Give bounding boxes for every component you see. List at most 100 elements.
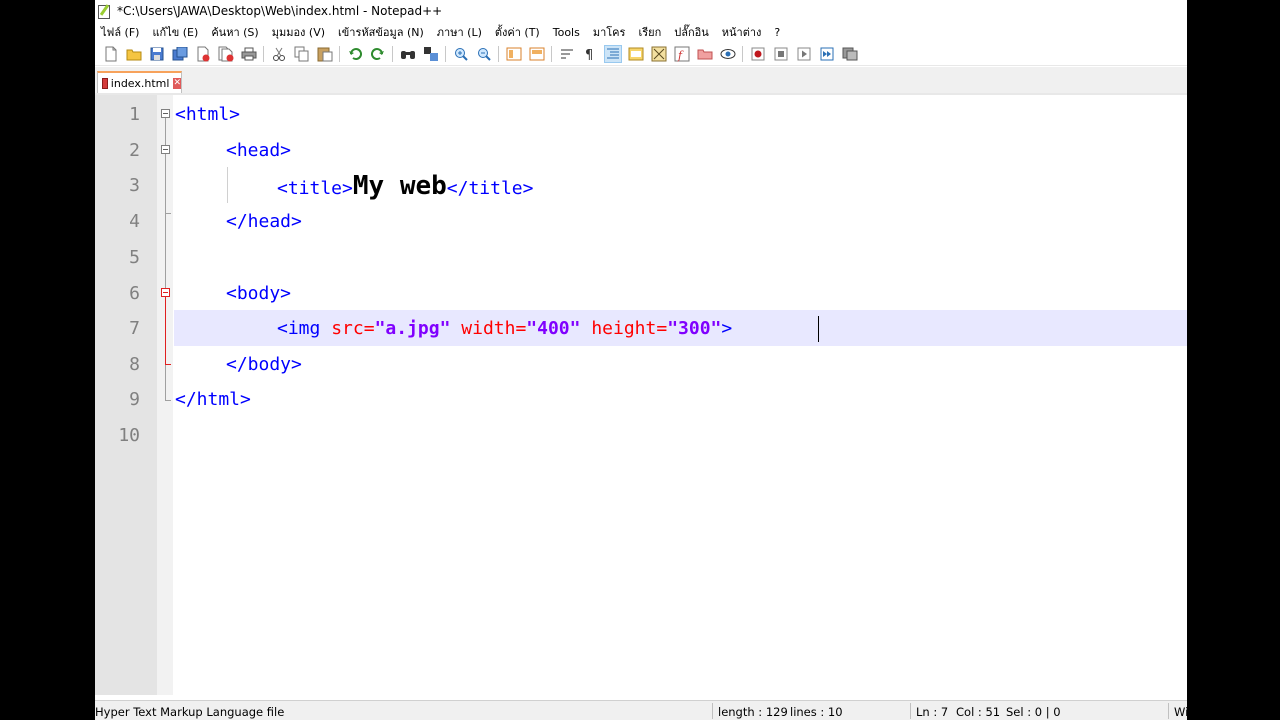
menu-tools[interactable]: Tools — [547, 26, 587, 39]
print-icon[interactable] — [241, 46, 257, 62]
tab-index-html[interactable]: index.html ✕ — [97, 71, 182, 93]
menu-run[interactable]: เรียก — [632, 23, 668, 41]
line-number: 3 — [129, 175, 140, 196]
toolbar-separator — [551, 45, 552, 62]
run-macro-multiple-icon[interactable] — [819, 46, 835, 62]
menu-macro[interactable]: มาโคร — [587, 23, 633, 41]
title-close-tag: </title> — [446, 178, 534, 199]
body-close-tag: </body> — [226, 354, 302, 375]
notepad-window: *C:\Users\JAWA\Desktop\Web\index.html - … — [95, 0, 1187, 720]
save-all-icon[interactable] — [172, 46, 188, 62]
zoom-in-icon[interactable] — [453, 46, 469, 62]
menu-language[interactable]: ภาษา (L) — [431, 23, 489, 41]
head-close-tag: </head> — [226, 211, 302, 232]
status-sel: Sel : 0 | 0 — [1006, 705, 1061, 719]
sync-horizontal-icon[interactable] — [529, 46, 545, 62]
tab-close-icon[interactable]: ✕ — [173, 77, 181, 89]
copy-icon[interactable] — [294, 46, 310, 62]
notepad-app-icon — [97, 4, 111, 19]
status-separator — [712, 703, 713, 719]
src-attribute: src= — [331, 318, 375, 339]
save-icon[interactable] — [149, 46, 165, 62]
height-attribute: height= — [591, 318, 668, 339]
line-number: 7 — [129, 318, 140, 339]
status-lines: lines : 10 — [790, 705, 843, 719]
menu-plugins[interactable]: ปลั๊กอิน — [668, 23, 716, 41]
title-text: My web — [352, 171, 447, 201]
height-value: "300" — [667, 318, 722, 339]
line-number: 4 — [129, 211, 140, 232]
status-col: Col : 51 — [956, 705, 1001, 719]
new-file-icon[interactable] — [103, 46, 119, 62]
code-line: 5 — [95, 240, 1187, 276]
html-close-tag: </html> — [175, 389, 251, 410]
unsaved-file-icon — [102, 77, 108, 89]
tab-label: index.html — [110, 76, 170, 90]
width-attribute: width= — [461, 318, 527, 339]
menu-window[interactable]: หน้าต่าง — [716, 23, 769, 41]
code-editor[interactable]: 1 <html> 2 <head> 3 <title>My web</title… — [95, 95, 1187, 695]
undo-icon[interactable] — [347, 46, 363, 62]
record-macro-icon[interactable] — [750, 46, 766, 62]
status-length: length : 129 — [718, 705, 788, 719]
menu-file[interactable]: ไฟล์ (F) — [95, 23, 146, 41]
head-open-tag: <head> — [226, 140, 292, 161]
doc-map-icon[interactable] — [651, 46, 667, 62]
user-defined-lang-icon[interactable] — [628, 46, 644, 62]
status-file-type: Hyper Text Markup Language file — [95, 705, 285, 719]
word-wrap-icon[interactable] — [559, 46, 575, 62]
html-open-tag: <html> — [175, 104, 241, 125]
stop-macro-icon[interactable] — [773, 46, 789, 62]
status-eol: Wi — [1174, 705, 1187, 719]
toolbar-separator — [742, 45, 743, 62]
monitoring-icon[interactable] — [720, 46, 736, 62]
status-ln: Ln : 7 — [916, 705, 949, 719]
zoom-out-icon[interactable] — [476, 46, 492, 62]
code-line: 8 </body> — [95, 347, 1187, 383]
line-number: 10 — [118, 425, 140, 446]
status-bar: Hyper Text Markup Language file length :… — [95, 700, 1187, 720]
menu-bar: ไฟล์ (F) แก้ไข (E) ค้นหา (S) มุมมอง (V) … — [95, 22, 1187, 42]
code-line: 2 <head> — [95, 133, 1187, 169]
menu-view[interactable]: มุมมอง (V) — [266, 23, 332, 41]
cut-icon[interactable] — [271, 46, 287, 62]
img-tag-end: > — [721, 318, 733, 339]
line-number: 5 — [129, 247, 140, 268]
play-macro-icon[interactable] — [796, 46, 812, 62]
window-title: *C:\Users\JAWA\Desktop\Web\index.html - … — [117, 4, 443, 18]
toolbar: ¶ f — [95, 42, 1187, 66]
title-open-tag: <title> — [277, 178, 353, 199]
code-line: 10 — [95, 418, 1187, 454]
text-caret — [818, 316, 819, 342]
toolbar-separator — [263, 45, 264, 62]
save-macro-icon[interactable] — [842, 46, 858, 62]
sync-vertical-icon[interactable] — [506, 46, 522, 62]
menu-search[interactable]: ค้นหา (S) — [205, 23, 265, 41]
title-bar: *C:\Users\JAWA\Desktop\Web\index.html - … — [95, 0, 1187, 22]
indent-guide-icon[interactable] — [603, 44, 622, 63]
menu-edit[interactable]: แก้ไข (E) — [146, 23, 205, 41]
show-all-chars-icon[interactable]: ¶ — [582, 46, 598, 62]
line-number: 8 — [129, 354, 140, 375]
close-icon[interactable] — [195, 46, 211, 62]
status-separator — [1168, 703, 1169, 719]
body-open-tag: <body> — [226, 283, 292, 304]
paste-icon[interactable] — [317, 46, 333, 62]
replace-icon[interactable] — [423, 46, 439, 62]
menu-settings[interactable]: ตั้งค่า (T) — [489, 23, 547, 41]
find-icon[interactable] — [400, 46, 416, 62]
toolbar-separator — [445, 45, 446, 62]
line-number: 1 — [129, 104, 140, 125]
tab-bar: index.html ✕ — [95, 67, 1187, 95]
redo-icon[interactable] — [370, 46, 386, 62]
function-list-icon[interactable]: f — [674, 46, 690, 62]
img-tag: <img — [277, 318, 321, 339]
line-number: 9 — [129, 389, 140, 410]
menu-help[interactable]: ? — [768, 26, 787, 39]
code-line: 7 <img src="a.jpg" width="400" height="3… — [95, 311, 1187, 347]
menu-encoding[interactable]: เข้ารหัสข้อมูล (N) — [332, 23, 431, 41]
open-file-icon[interactable] — [126, 46, 142, 62]
folder-workspace-icon[interactable] — [697, 46, 713, 62]
close-all-icon[interactable] — [218, 46, 234, 62]
width-value: "400" — [526, 318, 581, 339]
